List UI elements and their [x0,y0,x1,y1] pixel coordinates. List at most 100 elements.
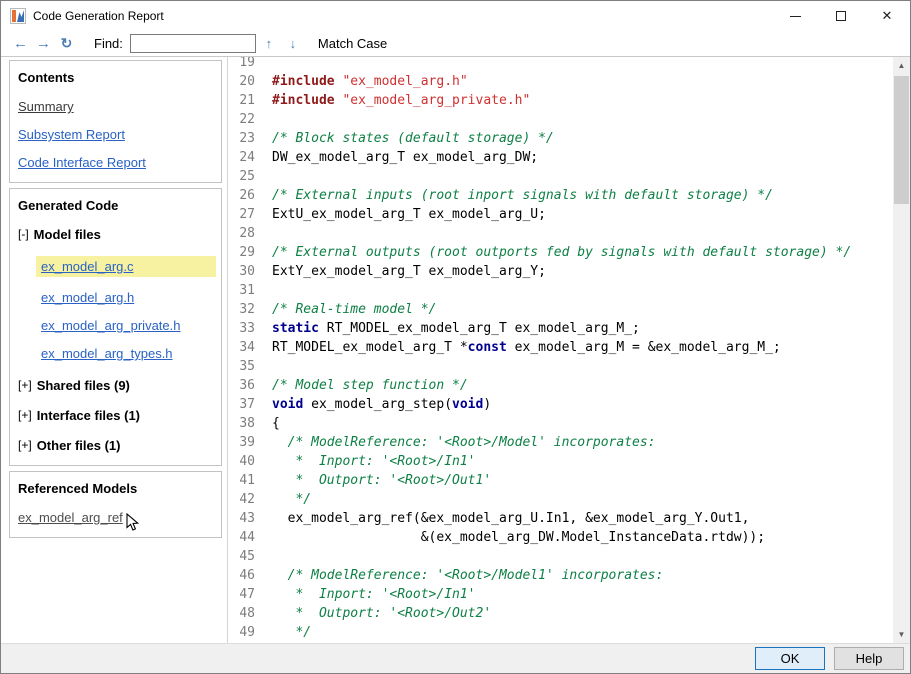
group-shared-files[interactable]: [+] Shared files (9) [18,377,213,393]
line-number: 29 [228,243,255,262]
line-number: 35 [228,357,255,376]
line-number: 19 [228,57,255,72]
generated-code-heading: Generated Code [18,198,213,213]
group-other-files[interactable]: [+] Other files (1) [18,437,213,453]
file-item-ex_model_arg_types-h[interactable]: ex_model_arg_types.h [41,345,213,361]
line-number: 37 [228,395,255,414]
line-number: 40 [228,452,255,471]
code-line: 41 * Outport: '<Root>/Out1' [228,471,893,490]
contents-heading: Contents [18,70,213,85]
code-text: void ex_model_arg_step(void) [255,395,491,414]
match-case-toggle[interactable]: Match Case [318,36,387,51]
find-previous-button[interactable]: ↑ [258,36,280,51]
code-text: RT_MODEL_ex_model_arg_T *const ex_model_… [255,338,781,357]
code-line: 21#include "ex_model_arg_private.h" [228,91,893,110]
link-subsystem-report[interactable]: Subsystem Report [18,127,125,142]
file-link[interactable]: ex_model_arg_types.h [41,346,173,361]
scroll-down-button[interactable]: ▼ [893,626,910,643]
scroll-up-button[interactable]: ▲ [893,57,910,74]
code-line: 19 [228,57,893,72]
code-line: 46 /* ModelReference: '<Root>/Model1' in… [228,566,893,585]
line-number: 48 [228,604,255,623]
code-line: 24DW_ex_model_arg_T ex_model_arg_DW; [228,148,893,167]
file-item-ex_model_arg_private-h[interactable]: ex_model_arg_private.h [41,317,213,333]
find-input[interactable] [130,34,256,53]
contents-panel: Contents Summary Subsystem Report Code I… [9,60,222,183]
code-text: { [255,414,280,433]
line-number: 30 [228,262,255,281]
file-link[interactable]: ex_model_arg_private.h [41,318,180,333]
close-button[interactable]: ✕ [864,1,910,31]
find-next-button[interactable]: ↓ [282,36,304,51]
code-line: 25 [228,167,893,186]
window-title: Code Generation Report [33,9,164,23]
code-text: #include "ex_model_arg_private.h" [255,91,530,110]
code-line: 27ExtU_ex_model_arg_T ex_model_arg_U; [228,205,893,224]
group-label: Interface files (1) [37,408,140,423]
vertical-scrollbar[interactable]: ▲ ▼ [893,57,910,643]
code-line: 32/* Real-time model */ [228,300,893,319]
ok-button[interactable]: OK [755,647,825,670]
code-line: 44 &(ex_model_arg_DW.Model_InstanceData.… [228,528,893,547]
close-icon: ✕ [882,8,893,24]
reload-button[interactable]: ↻ [55,35,78,52]
code-text: DW_ex_model_arg_T ex_model_arg_DW; [255,148,538,167]
code-text: * Outport: '<Root>/Out1' [255,471,491,490]
code-line: 48 * Outport: '<Root>/Out2' [228,604,893,623]
line-number: 26 [228,186,255,205]
line-number: 47 [228,585,255,604]
link-summary[interactable]: Summary [18,99,74,114]
code-text [255,110,272,129]
code-text: ex_model_arg_ref(&ex_model_arg_U.In1, &e… [255,509,749,528]
code-text: static RT_MODEL_ex_model_arg_T ex_model_… [255,319,640,338]
expand-icon[interactable]: [+] [18,408,32,422]
group-label: Model files [34,227,101,242]
code-text: * Inport: '<Root>/In1' [255,585,476,604]
code-text [255,281,272,300]
list-item: Code Interface Report [18,154,213,170]
expand-icon[interactable]: [+] [18,378,32,392]
back-arrow-icon: ← [13,35,28,52]
sidebar: Contents Summary Subsystem Report Code I… [1,57,228,643]
expand-icon[interactable]: [+] [18,438,32,452]
back-button[interactable]: ← [9,35,32,52]
code-scroll-region[interactable]: 1920#include "ex_model_arg.h"21#include … [228,57,893,643]
code-text: /* Model step function */ [255,376,468,395]
maximize-button[interactable] [818,1,864,31]
link-code-interface-report[interactable]: Code Interface Report [18,155,146,170]
file-link[interactable]: ex_model_arg.c [41,259,134,274]
referenced-models-heading: Referenced Models [18,481,213,496]
code-line: 45 [228,547,893,566]
scrollbar-track[interactable] [893,74,910,626]
forward-button[interactable]: → [32,35,55,52]
code-text: /* Real-time model */ [255,300,436,319]
group-interface-files[interactable]: [+] Interface files (1) [18,407,213,423]
scrollbar-thumb[interactable] [894,76,909,204]
code-line: 43 ex_model_arg_ref(&ex_model_arg_U.In1,… [228,509,893,528]
group-model-files[interactable]: [-] Model files [18,226,213,242]
footer-bar: OK Help [1,643,910,673]
line-number: 28 [228,224,255,243]
code-text: #include "ex_model_arg.h" [255,72,468,91]
link-ex_model_arg_ref[interactable]: ex_model_arg_ref [18,510,123,525]
code-line: 31 [228,281,893,300]
file-item-ex_model_arg-h[interactable]: ex_model_arg.h [41,289,213,305]
down-arrow-icon: ↓ [290,36,297,51]
line-number: 36 [228,376,255,395]
referenced-models-panel: Referenced Models ex_model_arg_ref [9,471,222,538]
collapse-icon[interactable]: [-] [18,227,29,241]
line-number: 33 [228,319,255,338]
code-line: 49 */ [228,623,893,642]
title-bar: Code Generation Report ✕ [1,1,910,31]
minimize-button[interactable] [772,1,818,31]
code-text: /* ModelReference: '<Root>/Model1' incor… [255,566,663,585]
file-item-ex_model_arg-c[interactable]: ex_model_arg.c [36,256,216,277]
code-line: 20#include "ex_model_arg.h" [228,72,893,91]
line-number: 20 [228,72,255,91]
help-button[interactable]: Help [834,647,904,670]
code-text [255,357,272,376]
code-text: /* External inputs (root inport signals … [255,186,773,205]
file-link[interactable]: ex_model_arg.h [41,290,134,305]
code-text: ExtY_ex_model_arg_T ex_model_arg_Y; [255,262,546,281]
code-line: 34RT_MODEL_ex_model_arg_T *const ex_mode… [228,338,893,357]
